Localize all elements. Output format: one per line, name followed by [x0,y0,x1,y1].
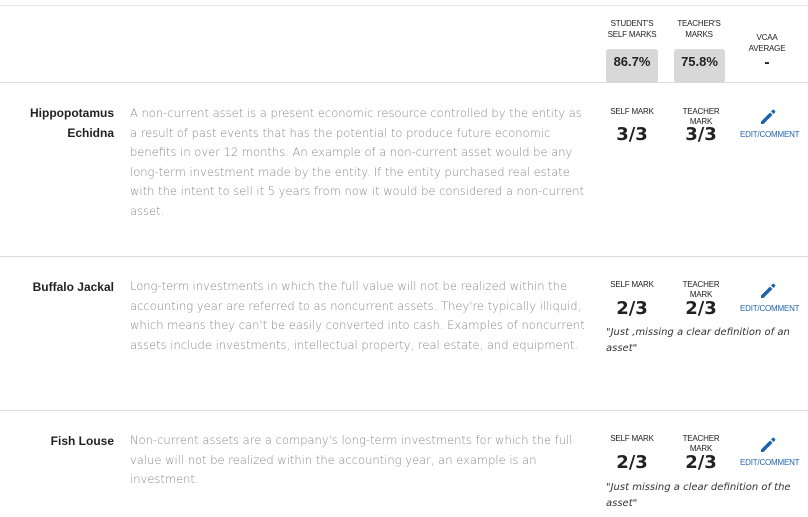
self-mark-label: SELF MARK [610,280,654,289]
marking-page: STUDENT'S SELF MARKS TEACHER'S MARKS VCA… [0,0,808,517]
student-answer: Non-current assets are a company's long-… [130,433,573,486]
teacher-marks-value: 75.8% [674,49,725,83]
response-row: Hippopotamus Echidna A non-current asset… [0,83,808,257]
student-self-marks-header: STUDENT'S SELF MARKS [607,19,657,39]
teacher-marks-header: TEACHER'S MARKS [677,19,721,39]
edit-comment-label[interactable]: EDIT/COMMENT [740,130,800,140]
teacher-mark-value: 3/3 [685,124,717,145]
student-name: Hippopotamus Echidna [30,106,114,140]
edit-comment-label[interactable]: EDIT/COMMENT [740,304,800,314]
teacher-mark-label: TEACHER MARK [682,434,720,453]
edit-comment-button[interactable]: EDIT/COMMENT [740,107,800,140]
teacher-mark-value: 2/3 [685,298,717,319]
self-mark-label: SELF MARK [610,107,654,116]
student-self-marks-value: 86.7% [606,49,658,83]
teacher-mark-label: TEACHER MARK [682,280,720,299]
pencil-icon [740,435,796,455]
edit-comment-button[interactable]: EDIT/COMMENT [740,435,800,468]
teacher-mark-value: 2/3 [685,452,717,473]
student-answer: A non-current asset is a present economi… [130,106,584,218]
teacher-comment: "Just missing a clear definition of the … [606,482,791,509]
student-answer: Long-term investments in which the full … [130,279,585,352]
self-mark-label: SELF MARK [610,434,654,443]
student-name: Fish Louse [50,434,114,448]
edit-comment-label[interactable]: EDIT/COMMENT [740,458,800,468]
edit-comment-button[interactable]: EDIT/COMMENT [740,281,800,314]
response-row: Fish Louse Non-current assets are a comp… [0,411,808,517]
self-mark-value: 3/3 [616,124,648,145]
self-mark-value: 2/3 [616,452,648,473]
student-name: Buffalo Jackal [32,280,114,294]
response-row: Buffalo Jackal Long-term investments in … [0,257,808,411]
summary-header: STUDENT'S SELF MARKS TEACHER'S MARKS VCA… [0,6,808,83]
teacher-comment: "Just ,missing a clear definition of an … [606,327,790,354]
pencil-icon [740,107,796,127]
vcaa-average-value: - [764,56,770,71]
pencil-icon [740,281,796,301]
self-mark-value: 2/3 [616,298,648,319]
